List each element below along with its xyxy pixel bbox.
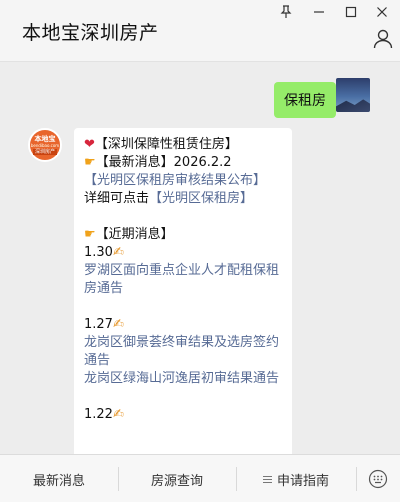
detail-link[interactable]: 【光明区保租房】 — [149, 191, 253, 206]
writing-hand-icon: ✍ — [112, 245, 124, 260]
submenu-icon — [262, 474, 272, 485]
menu-divider — [356, 467, 357, 491]
minimize-icon[interactable] — [306, 2, 332, 22]
outgoing-message-text: 保租房 — [284, 93, 326, 109]
chat-area[interactable]: 保租房 本地宝 bendibao.com 深圳房产 ❤【深圳保障性租赁住房】 ☛… — [0, 62, 400, 454]
menu-label: 申请指南 — [276, 473, 329, 489]
news-link[interactable]: 龙岗区绿海山河逸居初审结果通告 — [84, 370, 282, 388]
writing-hand-icon: ✍ — [112, 317, 124, 332]
menu-label: 最新消息 — [32, 473, 85, 489]
user-avatar[interactable] — [336, 78, 370, 112]
menu-application-guide[interactable]: 申请指南 — [236, 455, 356, 502]
bot-avatar-brand: 本地宝 — [34, 135, 56, 143]
pointing-hand-icon: ☛ — [84, 155, 96, 170]
user-icon[interactable] — [372, 28, 394, 50]
chat-header: 本地宝深圳房产 — [0, 0, 400, 62]
heart-icon: ❤ — [84, 137, 95, 152]
bot-avatar-sub: bendibao.com — [30, 143, 60, 148]
writing-hand-icon: ✍ — [112, 407, 124, 422]
menu-label: 房源查询 — [150, 473, 203, 489]
maximize-icon[interactable] — [338, 2, 364, 22]
close-icon[interactable] — [369, 2, 395, 22]
menu-latest-news[interactable]: 最新消息 — [0, 455, 118, 502]
latest-label: 【最新消息】2026.2.2 — [95, 155, 232, 170]
recent-label: 【近期消息】 — [95, 227, 174, 242]
latest-news-link[interactable]: 【光明区保租房审核结果公布】 — [84, 172, 282, 190]
pin-icon[interactable] — [273, 2, 299, 22]
news-date: 1.27 — [84, 317, 113, 332]
pointing-hand-icon: ☛ — [84, 227, 96, 242]
keyboard-icon[interactable] — [368, 469, 388, 489]
bot-avatar[interactable]: 本地宝 bendibao.com 深圳房产 — [28, 128, 62, 162]
detail-prefix: 详细可点击 — [84, 191, 150, 206]
chat-title: 本地宝深圳房产 — [22, 22, 159, 44]
incoming-message: ❤【深圳保障性租赁住房】 ☛【最新消息】2026.2.2 【光明区保租房审核结果… — [74, 128, 292, 454]
bottom-menu: 最新消息 房源查询 申请指南 — [0, 454, 400, 502]
menu-listing-search[interactable]: 房源查询 — [118, 455, 236, 502]
message-heading: 【深圳保障性租赁住房】 — [94, 137, 238, 152]
bot-avatar-tag: 深圳房产 — [32, 149, 57, 155]
news-link[interactable]: 龙岗区御景荟终审结果及选房签约通告 — [84, 334, 282, 370]
outgoing-message[interactable]: 保租房 — [274, 82, 342, 118]
news-link[interactable]: 罗湖区面向重点企业人才配租保租房通告 — [84, 262, 282, 298]
news-date: 1.30 — [84, 245, 113, 260]
news-date: 1.22 — [84, 407, 113, 422]
